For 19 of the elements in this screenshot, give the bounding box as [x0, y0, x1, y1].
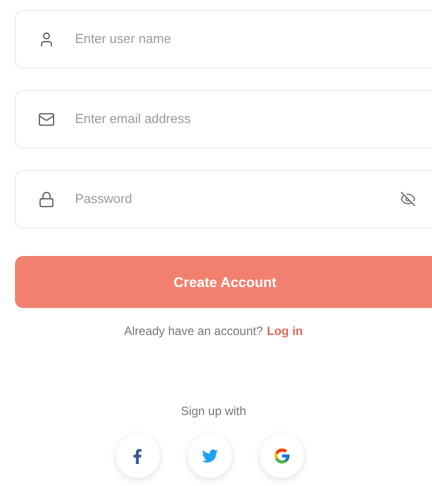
padlock-icon: [38, 190, 55, 208]
text-field[interactable]: Enter email address: [15, 90, 432, 148]
text-field[interactable]: Enter user name: [15, 10, 432, 68]
eye-slash-icon[interactable]: [400, 191, 416, 207]
social-signup-button[interactable]: [188, 434, 232, 478]
google-icon: [272, 447, 290, 465]
login-prompt-text: Already have an account?: [124, 323, 263, 340]
text-field[interactable]: Password: [15, 170, 432, 228]
social-signup-button[interactable]: [116, 434, 160, 478]
input-field[interactable]: Enter user name: [75, 29, 416, 49]
social-signup-button[interactable]: [260, 434, 304, 478]
envelope-icon: [38, 110, 55, 128]
twitter-icon: [202, 448, 218, 464]
input-field[interactable]: Password: [75, 189, 380, 209]
login-link[interactable]: Log in: [266, 322, 303, 340]
create-account-button[interactable]: Create Account: [15, 256, 432, 308]
input-field[interactable]: Enter email address: [75, 109, 416, 129]
user-icon: [38, 30, 55, 48]
sign-up-with-label: Sign up with: [180, 403, 246, 420]
